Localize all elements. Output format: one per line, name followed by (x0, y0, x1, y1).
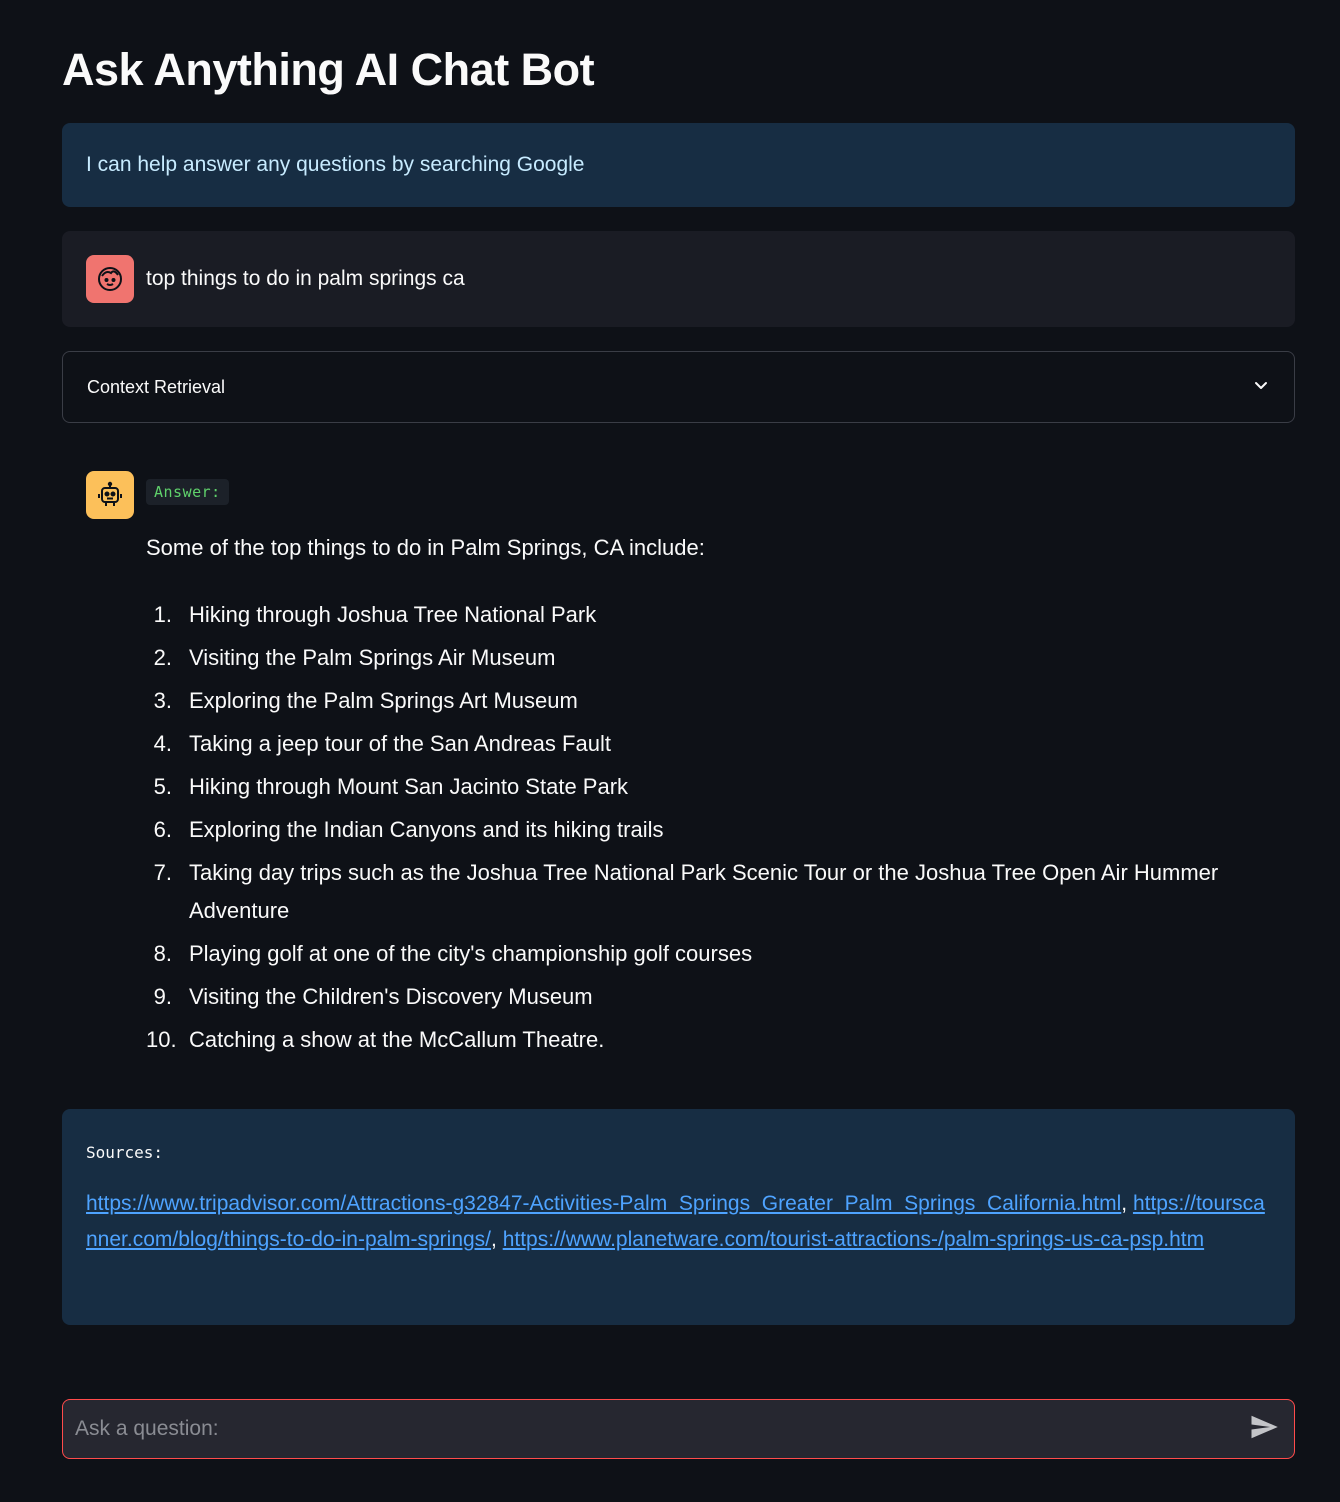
list-item: 9. Visiting the Children's Discovery Muse… (153, 984, 593, 1009)
robot-icon (86, 471, 134, 519)
sources-links: https://www.tripadvisor.com/Attractions-… (86, 1192, 1265, 1251)
chat-input-container (62, 1399, 1295, 1459)
app-root: Ask Anything AI Chat Bot I can help answ… (0, 0, 1340, 1502)
assistant-chat-message: Answer: Some of the top things to do in … (86, 471, 1276, 1052)
list-item: 6. Exploring the Indian Canyons and its h… (153, 817, 664, 842)
answer-code-badge: Answer: (146, 479, 229, 505)
info-alert-text: I can help answer any questions by searc… (86, 153, 585, 176)
user-message-text: top things to do in palm springs ca (146, 267, 465, 290)
list-item: 1. Hiking through Joshua Tree National Pa… (153, 602, 597, 627)
list-item: 3. Exploring the Palm Springs Art Museum (153, 688, 578, 713)
source-link-planetware[interactable]: https://www.planetware.com/tourist-attra… (503, 1228, 1204, 1251)
list-item: 4. Taking a jeep tour of the San Andreas … (153, 731, 611, 756)
list-item: 10. Catching a show at the McCallum Theat… (146, 1027, 605, 1052)
info-alert: I can help answer any questions by searc… (62, 123, 1295, 207)
list-item: 7. Taking day trips such as the Joshua Tr… (153, 860, 1219, 923)
page-title: Ask Anything AI Chat Bot (62, 44, 595, 95)
chevron-down-icon (1252, 376, 1270, 399)
send-icon (1249, 1412, 1279, 1447)
send-button[interactable] (1248, 1413, 1280, 1445)
user-face-icon (86, 255, 134, 303)
answer-intro: Some of the top things to do in Palm Spr… (146, 535, 705, 560)
chat-input[interactable] (75, 1417, 1248, 1441)
answer-list: 1. Hiking through Joshua Tree National Pa… (146, 596, 1256, 1064)
sources-label: Sources: (86, 1143, 164, 1162)
sources-box: Sources: https://www.tripadvisor.com/Att… (62, 1109, 1295, 1325)
context-retrieval-expander[interactable]: Context Retrieval (62, 351, 1295, 423)
user-chat-message: top things to do in palm springs ca (62, 231, 1295, 327)
source-link-tripadvisor[interactable]: https://www.tripadvisor.com/Attractions-… (86, 1192, 1121, 1215)
list-item: 8. Playing golf at one of the city's cham… (153, 941, 753, 966)
expander-label: Context Retrieval (87, 376, 226, 397)
list-item: 5. Hiking through Mount San Jacinto State… (153, 774, 629, 799)
list-item: 2. Visiting the Palm Springs Air Museum (153, 645, 556, 670)
